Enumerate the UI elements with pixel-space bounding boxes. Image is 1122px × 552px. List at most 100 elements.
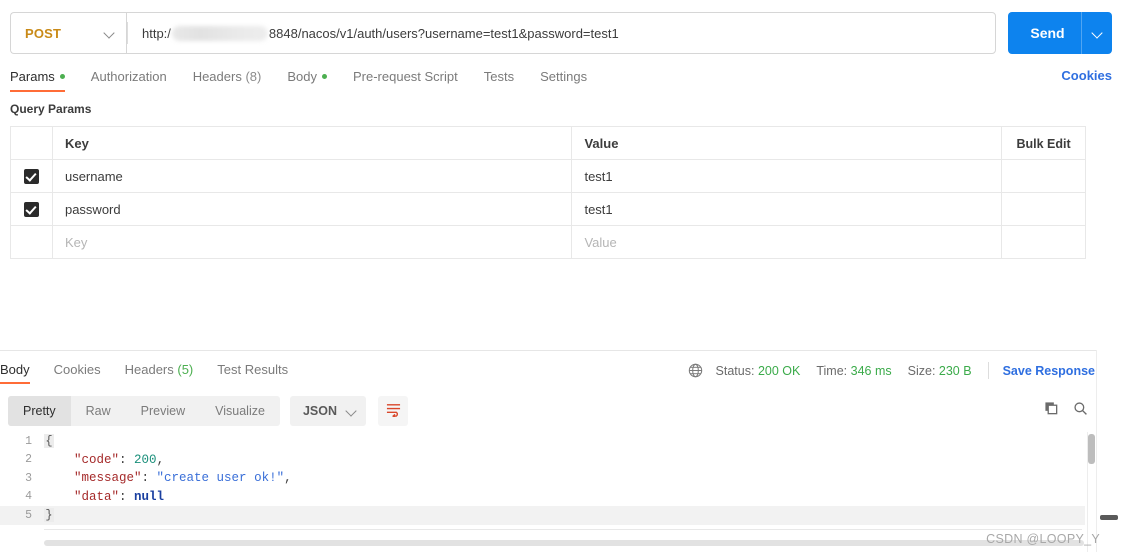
row-actions-cell (1001, 192, 1086, 226)
tab-settings[interactable]: Settings (540, 69, 587, 92)
row-checkbox-cell (10, 192, 53, 226)
chevron-down-icon (1093, 29, 1102, 38)
size-label: Size: (907, 363, 936, 378)
row-checkbox-cell (10, 225, 53, 259)
table-row: password test1 (10, 192, 1086, 226)
status-divider (987, 362, 989, 379)
response-tab-headers[interactable]: Headers (5) (125, 362, 194, 384)
code-bottom-rule (44, 529, 1082, 530)
code-line: 2 "code": 200, (0, 451, 1085, 470)
tab-body[interactable]: Body (287, 69, 327, 92)
response-actions (1044, 401, 1088, 419)
json-punc: , (284, 471, 292, 486)
copy-icon[interactable] (1044, 401, 1059, 419)
url-text: http:/ 8848/nacos/v1/auth/users?username=… (142, 25, 619, 41)
query-params-table: Key Value Bulk Edit username test1 passw… (10, 126, 1086, 259)
tab-authorization[interactable]: Authorization (91, 69, 167, 92)
wrap-lines-button[interactable] (378, 396, 408, 426)
search-icon[interactable] (1073, 401, 1088, 419)
response-tab-body[interactable]: Body (0, 362, 30, 384)
response-minimap-thumb[interactable] (1100, 515, 1118, 520)
http-method-selector[interactable]: POST (10, 12, 126, 54)
code-horizontal-scrollbar-thumb[interactable] (44, 540, 1084, 546)
row-actions-cell (1001, 225, 1086, 259)
table-row-empty: Key Value (10, 225, 1086, 259)
status-label: Status: (715, 363, 755, 378)
view-mode-preview[interactable]: Preview (126, 396, 200, 426)
row-checkbox[interactable] (23, 202, 39, 218)
code-fold-marker[interactable]: { (44, 434, 54, 449)
tab-tests-label: Tests (483, 68, 515, 84)
code-text: "code": 200, (44, 453, 164, 467)
request-tabs: Params Authorization Headers (8) Body Pr… (10, 66, 1112, 94)
query-params-title: Query Params (10, 102, 92, 116)
time-badge: Time: 346 ms (816, 364, 891, 378)
tab-headers[interactable]: Headers (8) (193, 69, 262, 92)
url-suffix-text: 8848/nacos/v1/auth/users?username=test1&… (268, 25, 619, 41)
line-number: 3 (25, 471, 32, 485)
tab-body-label: Body (287, 68, 317, 84)
column-header-value: Value (571, 126, 1003, 160)
response-pane-divider[interactable] (0, 350, 1122, 351)
code-line: 3 "message": "create user ok!", (0, 469, 1085, 488)
tab-headers-count: (8) (245, 68, 262, 84)
new-key-input[interactable]: Key (51, 225, 573, 259)
row-value-cell[interactable]: test1 (571, 192, 1003, 226)
size-value: 230 B (938, 363, 972, 378)
code-vertical-scrollbar-thumb[interactable] (1088, 434, 1095, 464)
line-number: 1 (25, 434, 32, 448)
url-input[interactable]: http:/ 8848/nacos/v1/auth/users?username=… (126, 12, 996, 54)
url-prefix-text: http:/ (142, 25, 171, 41)
size-badge: Size: 230 B (908, 364, 972, 378)
response-format-selector[interactable]: JSON (289, 396, 366, 426)
tab-pre-request-script[interactable]: Pre-request Script (353, 69, 458, 92)
cookies-link[interactable]: Cookies (1061, 68, 1112, 83)
send-button[interactable]: Send (1008, 25, 1081, 41)
line-number: 4 (25, 490, 32, 504)
row-checkbox-cell (10, 159, 53, 193)
json-number: 200 (134, 452, 157, 467)
chevron-down-icon (347, 407, 356, 416)
line-number: 2 (25, 453, 32, 467)
globe-icon (688, 363, 703, 378)
chevron-down-icon (105, 29, 114, 38)
response-tab-cookies-label: Cookies (53, 362, 101, 377)
json-punc: : (141, 471, 157, 486)
save-response-button[interactable]: Save Response (1003, 364, 1095, 378)
send-button-group[interactable]: Send (1008, 12, 1112, 54)
response-format-label: JSON (302, 404, 337, 418)
view-mode-pretty[interactable]: Pretty (8, 396, 71, 426)
response-tab-cookies[interactable]: Cookies (54, 362, 101, 384)
json-punc: : (119, 452, 135, 467)
response-status-bar: Status: 200 OK Time: 346 ms Size: 230 B … (688, 362, 1112, 379)
response-view-mode-group: Pretty Raw Preview Visualize (8, 396, 280, 426)
json-string: "create user ok!" (156, 471, 285, 486)
response-body-code[interactable]: 1 { 2 "code": 200, 3 "message": "create … (0, 432, 1085, 552)
row-checkbox[interactable] (23, 169, 39, 185)
params-modified-dot-icon (59, 73, 65, 79)
view-mode-raw[interactable]: Raw (71, 396, 126, 426)
response-view-toolbar: Pretty Raw Preview Visualize JSON (8, 396, 408, 426)
row-value-cell[interactable]: test1 (571, 159, 1003, 193)
response-tab-test-results[interactable]: Test Results (217, 362, 288, 384)
tab-tests[interactable]: Tests (484, 69, 514, 92)
json-punc: : (119, 489, 135, 504)
tab-params[interactable]: Params (10, 69, 65, 92)
new-value-input[interactable]: Value (571, 225, 1003, 259)
watermark: CSDN @LOOPY_Y (986, 532, 1100, 546)
code-line: 1 { (0, 432, 1085, 451)
status-badge: Status: 200 OK (716, 364, 801, 378)
time-value: 346 ms (850, 363, 892, 378)
code-fold-marker[interactable]: } (44, 508, 54, 523)
row-actions-cell (1001, 159, 1086, 193)
row-key-cell[interactable]: username (51, 159, 573, 193)
row-key-cell[interactable]: password (51, 192, 573, 226)
bulk-edit-header: Bulk Edit (1001, 126, 1086, 160)
view-mode-visualize[interactable]: Visualize (200, 396, 280, 426)
status-value: 200 OK (757, 363, 801, 378)
code-line: 4 "data": null (0, 488, 1085, 507)
json-key: "data" (74, 489, 120, 504)
postman-window: POST http:/ 8848/nacos/v1/auth/users?user… (0, 0, 1122, 552)
send-options-button[interactable] (1082, 29, 1112, 38)
bulk-edit-button[interactable]: Bulk Edit (1016, 137, 1070, 151)
